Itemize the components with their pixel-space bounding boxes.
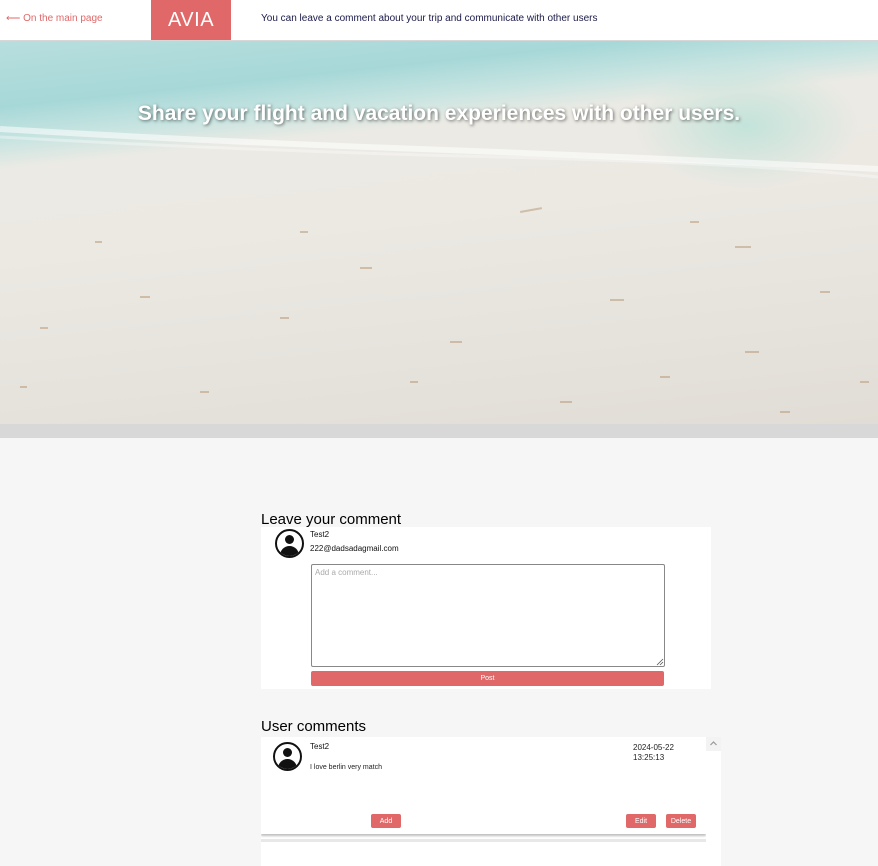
header-note: You can leave a comment about your trip …: [261, 13, 598, 24]
current-user-name: Test2: [310, 530, 330, 539]
comment-avatar-icon: [273, 742, 302, 771]
comments-divider: [261, 839, 706, 842]
comment-author: Test2: [310, 742, 330, 751]
beach-background: [0, 126, 878, 413]
back-to-main-link[interactable]: ⟵ On the main page: [6, 13, 103, 24]
comment-input[interactable]: [311, 564, 665, 667]
current-user-email: 222@dadsadagmail.com: [310, 544, 399, 553]
comments-scrollbar[interactable]: [706, 737, 721, 866]
user-comments-title: User comments: [261, 718, 367, 735]
logo: AVIA: [151, 0, 231, 40]
post-button[interactable]: Post: [311, 671, 664, 686]
comment-timestamp: 2024-05-22 13:25:13: [633, 743, 674, 763]
leave-comment-card: Test2 222@dadsadagmail.com Post: [261, 527, 711, 689]
delete-button[interactable]: Delete: [666, 814, 696, 828]
chevron-up-icon[interactable]: [709, 739, 718, 748]
add-button[interactable]: Add: [371, 814, 401, 828]
resize-grip-icon[interactable]: [656, 658, 664, 666]
top-bar: ⟵ On the main page AVIA You can leave a …: [0, 0, 878, 41]
hero-banner: Share your flight and vacation experienc…: [0, 41, 878, 424]
scrollbar-track[interactable]: [706, 751, 721, 866]
leave-comment-title: Leave your comment: [261, 511, 402, 528]
hero-divider: [0, 424, 878, 438]
comment-text: I love berlin very match: [310, 764, 382, 771]
comments-panel: Test2 2024-05-22 13:25:13 I love berlin …: [261, 737, 721, 866]
comment-card: Test2 2024-05-22 13:25:13 I love berlin …: [261, 737, 706, 834]
edit-button[interactable]: Edit: [626, 814, 656, 828]
user-avatar-icon: [275, 529, 304, 558]
comment-time: 13:25:13: [633, 753, 665, 762]
hero-title: Share your flight and vacation experienc…: [137, 102, 741, 125]
comment-date: 2024-05-22: [633, 743, 674, 752]
